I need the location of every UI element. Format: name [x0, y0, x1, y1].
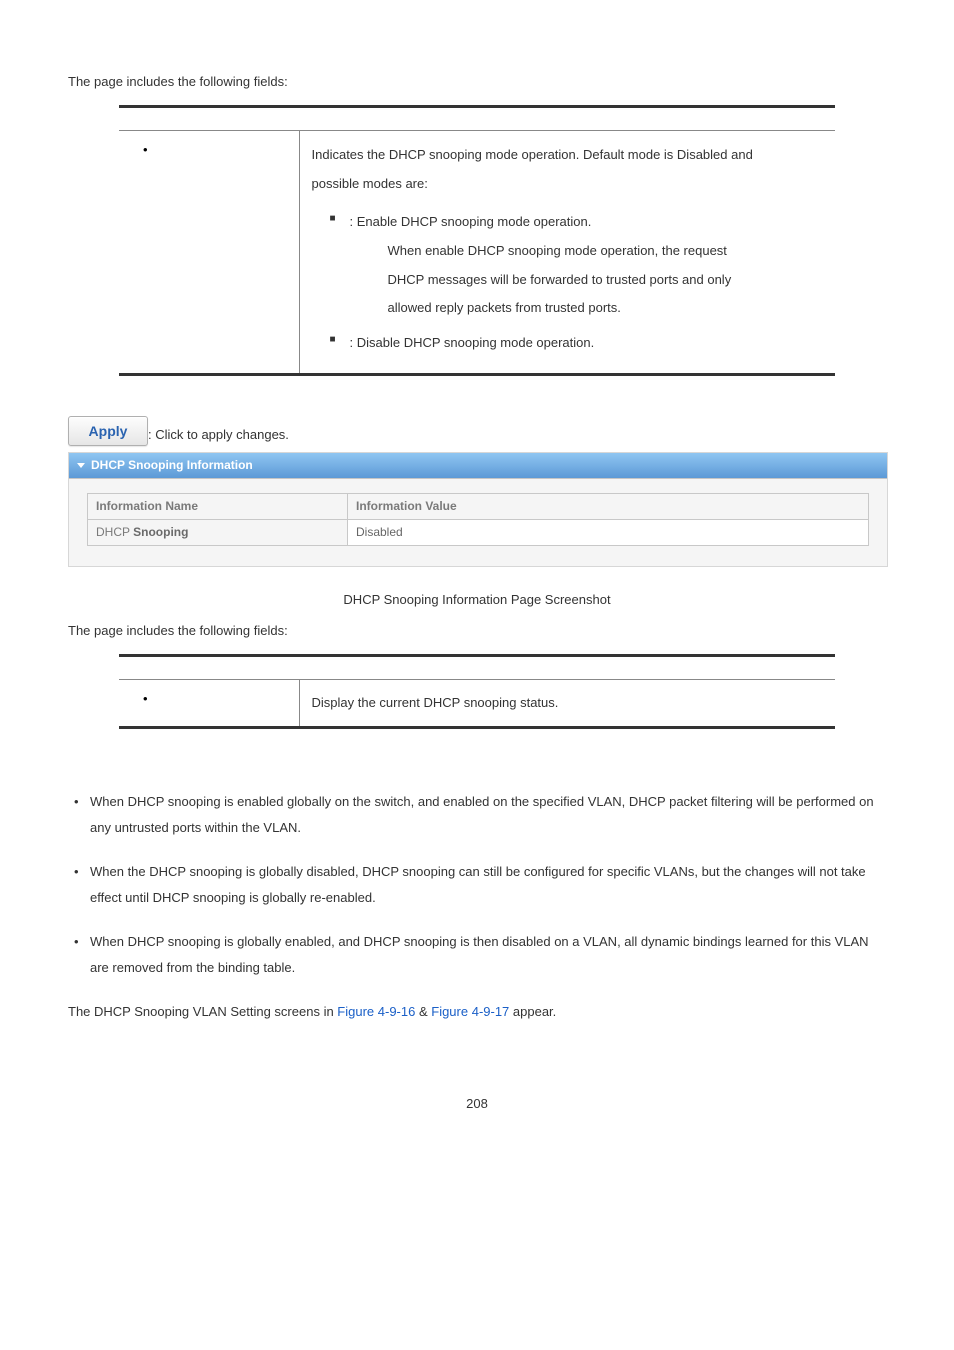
closing-paragraph: The DHCP Snooping VLAN Setting screens i…: [68, 999, 886, 1025]
info-row-name: DHCP Snooping: [88, 519, 348, 545]
enabled-colon-text: : Enable DHCP snooping mode operation.: [350, 214, 592, 229]
desc-line-1: Indicates the DHCP snooping mode operati…: [312, 147, 753, 162]
closing-suffix: appear.: [509, 1004, 556, 1019]
enabled-sub-3: allowed reply packets from trusted ports…: [350, 294, 824, 323]
col-header-description: [299, 107, 835, 131]
intro-text-2: The page includes the following fields:: [68, 622, 886, 640]
intro-text-1: The page includes the following fields:: [68, 73, 886, 91]
info-col-value: Information Value: [348, 494, 869, 520]
usage-item-2: When the DHCP snooping is globally disab…: [68, 859, 886, 911]
chevron-down-icon: [77, 463, 85, 468]
usage-item-1: When DHCP snooping is enabled globally o…: [68, 789, 886, 841]
description-cell-2: Display the current DHCP snooping status…: [299, 680, 835, 728]
mode-disabled-item: : Disable DHCP snooping mode operation.: [312, 329, 824, 358]
figure-caption: DHCP Snooping Information Page Screensho…: [68, 591, 886, 609]
object-cell-2: [119, 680, 299, 728]
usage-item-3: When DHCP snooping is globally enabled, …: [68, 929, 886, 981]
col-header-description-2: [299, 656, 835, 680]
object-cell: [119, 131, 299, 375]
page-number: 208: [68, 1095, 886, 1113]
apply-caption: : Click to apply changes.: [148, 426, 289, 446]
info-table: Information Name Information Value DHCP …: [87, 493, 869, 546]
info-row-value: Disabled: [348, 519, 869, 545]
figure-link-1[interactable]: Figure 4-9-16: [337, 1004, 415, 1019]
fields-table-1: Indicates the DHCP snooping mode operati…: [119, 105, 835, 376]
info-col-name: Information Name: [88, 494, 348, 520]
enabled-sub-2: DHCP messages will be forwarded to trust…: [350, 266, 824, 295]
closing-amp: &: [415, 1004, 431, 1019]
fields-table-2: Display the current DHCP snooping status…: [119, 654, 835, 729]
description-cell: Indicates the DHCP snooping mode operati…: [299, 131, 835, 375]
apply-button[interactable]: Apply: [68, 416, 148, 446]
bullet-icon: [143, 142, 158, 157]
desc-line-2: possible modes are:: [312, 176, 428, 191]
figure-link-2[interactable]: Figure 4-9-17: [431, 1004, 509, 1019]
dhcp-snooping-info-panel: DHCP Snooping Information Information Na…: [68, 452, 888, 566]
mode-enabled-item: : Enable DHCP snooping mode operation. W…: [312, 208, 824, 322]
col-header-object-2: [119, 656, 299, 680]
panel-header[interactable]: DHCP Snooping Information: [69, 453, 887, 479]
closing-prefix: The DHCP Snooping VLAN Setting screens i…: [68, 1004, 337, 1019]
disabled-colon-text: : Disable DHCP snooping mode operation.: [350, 335, 595, 350]
col-header-object: [119, 107, 299, 131]
bullet-icon: [143, 691, 158, 706]
usage-list: When DHCP snooping is enabled globally o…: [68, 789, 886, 981]
panel-title: DHCP Snooping Information: [91, 457, 253, 474]
enabled-sub-1: When enable DHCP snooping mode operation…: [350, 237, 824, 266]
